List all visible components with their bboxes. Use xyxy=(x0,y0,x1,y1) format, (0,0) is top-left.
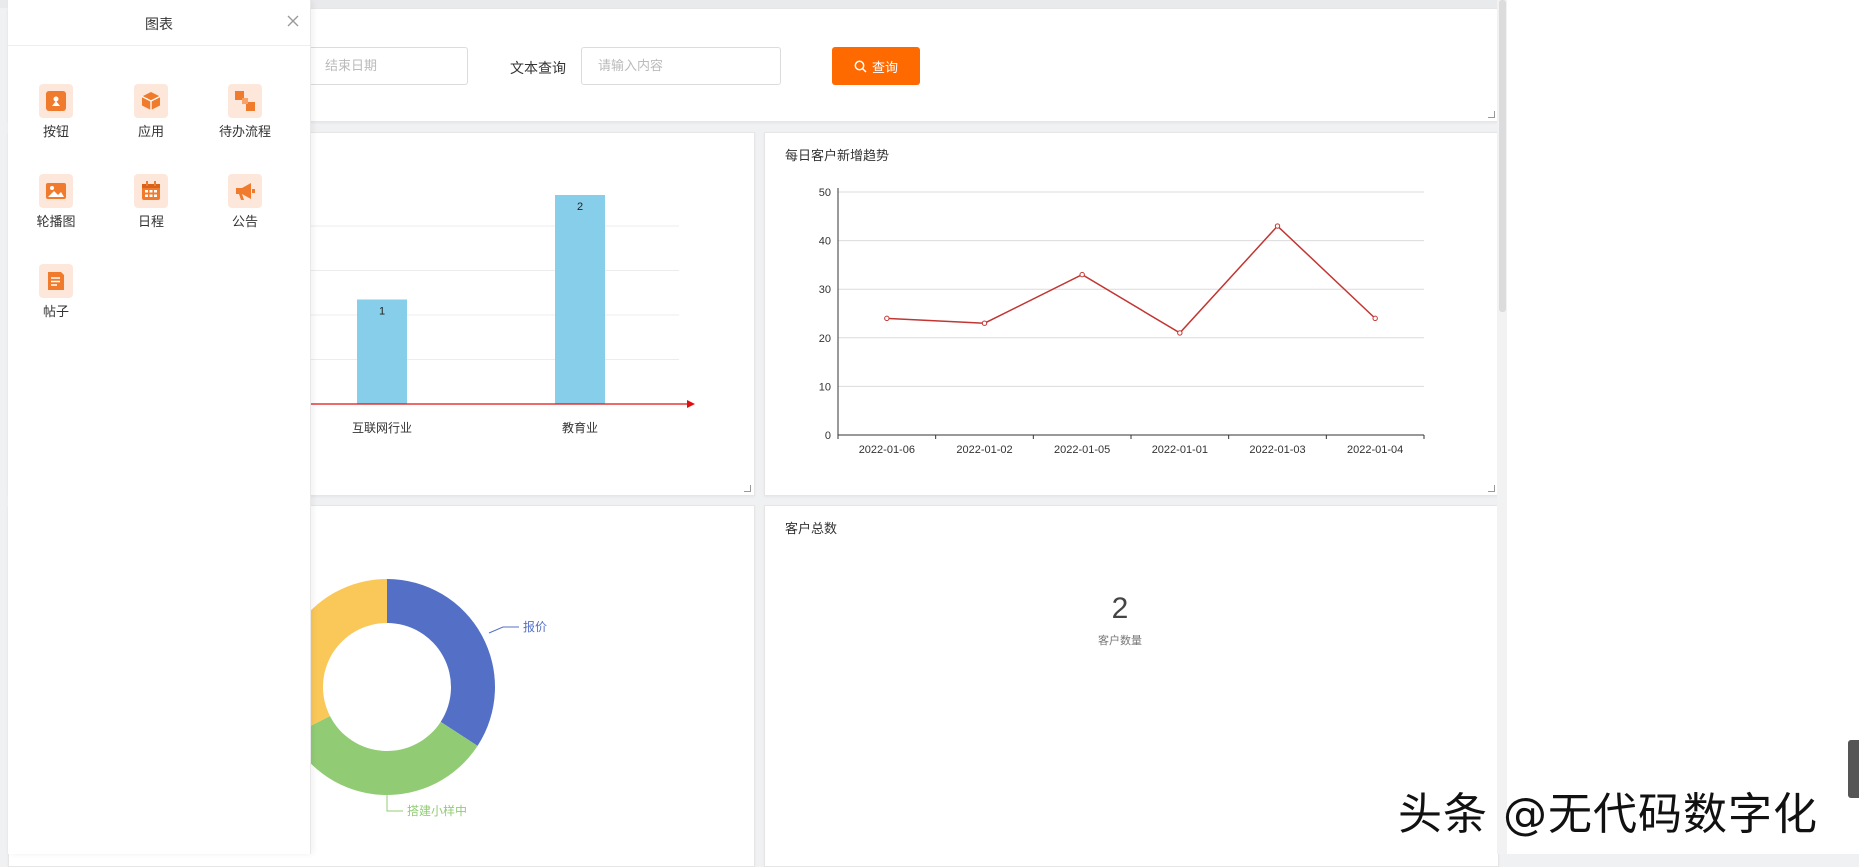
resize-handle[interactable] xyxy=(1488,111,1495,118)
widget-item-todo-flow[interactable]: 待办流程 xyxy=(205,84,285,140)
widget-item-announcement[interactable]: 公告 xyxy=(205,174,285,230)
data-point xyxy=(884,315,890,322)
donut-slice xyxy=(290,716,478,795)
end-date-input[interactable]: 结束日期 xyxy=(308,47,468,85)
widget-item-label: 日程 xyxy=(137,214,164,229)
post-icon xyxy=(48,272,64,290)
data-point xyxy=(1274,223,1281,229)
widget-item-label: 应用 xyxy=(137,124,164,139)
watermark: 头条 @无代码数字化 xyxy=(1398,789,1818,840)
series-line xyxy=(886,224,1376,334)
resize-handle[interactable] xyxy=(1488,485,1495,492)
button-icon xyxy=(46,91,66,111)
megaphone-icon xyxy=(236,183,255,200)
y-tick-label: 30 xyxy=(819,284,831,296)
total-customers-card: 客户总数 2 客户数量 xyxy=(764,505,1499,867)
scrollbar-thumb[interactable] xyxy=(1499,0,1506,312)
widget-item-label: 帖子 xyxy=(42,304,69,319)
cube-icon xyxy=(141,92,161,110)
data-point xyxy=(1079,271,1085,278)
label-leader-line xyxy=(488,626,519,634)
line-chart: 0 10 20 30 40 50 2022-01-06 2022-01-02 2022-01-0… xyxy=(819,187,1425,456)
y-tick-label: 50 xyxy=(819,187,831,199)
right-blank-area xyxy=(1507,0,1859,854)
image-icon xyxy=(46,183,66,199)
widget-item-schedule[interactable]: 日程 xyxy=(111,174,191,230)
data-point xyxy=(1372,315,1378,322)
y-tick-label: 10 xyxy=(819,381,831,393)
bar-value-label: 1 xyxy=(379,306,385,318)
flow-icon xyxy=(235,91,255,111)
x-tick-label: 互联网行业 xyxy=(352,421,412,435)
bar xyxy=(555,195,605,404)
x-tick-label: 2022-01-03 xyxy=(1249,444,1305,456)
total-customers-title: 客户总数 xyxy=(785,521,838,536)
slice-label: 搭建小样中 xyxy=(407,803,467,818)
y-tick-label: 20 xyxy=(819,333,831,345)
x-tick-label: 教育业 xyxy=(562,420,598,435)
query-button-label: 查询 xyxy=(871,59,898,75)
widget-item-label: 按钮 xyxy=(42,124,69,139)
widget-item-button[interactable]: 按钮 xyxy=(16,84,96,140)
text-query-label: 文本查询 xyxy=(510,60,566,76)
x-axis-arrow xyxy=(687,400,695,408)
calendar-icon xyxy=(142,181,160,200)
y-tick-label: 40 xyxy=(819,236,831,248)
bar-value-label: 2 xyxy=(577,201,583,213)
drawer-title: 图表 xyxy=(145,16,173,32)
x-tick-label: 2022-01-01 xyxy=(1152,444,1208,456)
drawer-header: 图表 xyxy=(8,0,310,46)
total-customers-value: 2 xyxy=(1111,592,1129,625)
line-chart-card: 每日客户新增趋势 0 10 20 30 40 50 2022-01-06 2022-01-02… xyxy=(764,132,1499,496)
side-widget-handle[interactable] xyxy=(1848,740,1859,798)
widget-item-app[interactable]: 应用 xyxy=(111,84,191,140)
x-tick-label: 2022-01-02 xyxy=(956,444,1012,456)
query-button[interactable]: 查询 xyxy=(832,47,920,85)
chart-widget-drawer: 图表 按钮 应用 待办流程 轮播图 日程 公告 帖子 xyxy=(8,0,311,854)
y-tick-label: 0 xyxy=(825,430,831,442)
widget-item-label: 公告 xyxy=(231,214,258,229)
data-point xyxy=(1177,330,1183,336)
total-customers-caption: 客户数量 xyxy=(1098,635,1142,647)
x-tick-label: 2022-01-05 xyxy=(1054,444,1110,456)
widget-item-post[interactable]: 帖子 xyxy=(16,264,96,320)
close-icon[interactable] xyxy=(284,12,302,30)
search-icon xyxy=(854,60,867,73)
widget-item-label: 轮播图 xyxy=(36,214,76,229)
widget-item-label: 待办流程 xyxy=(218,124,271,139)
x-tick-label: 2022-01-06 xyxy=(859,444,915,456)
donut-slice xyxy=(387,579,495,746)
resize-handle[interactable] xyxy=(744,485,751,492)
label-leader-line xyxy=(386,795,403,812)
text-query-input[interactable]: 请输入内容 xyxy=(581,47,781,85)
data-point xyxy=(981,320,988,326)
widget-item-carousel[interactable]: 轮播图 xyxy=(16,174,96,230)
slice-label: 报价 xyxy=(523,619,547,634)
x-tick-label: 2022-01-04 xyxy=(1347,444,1403,456)
